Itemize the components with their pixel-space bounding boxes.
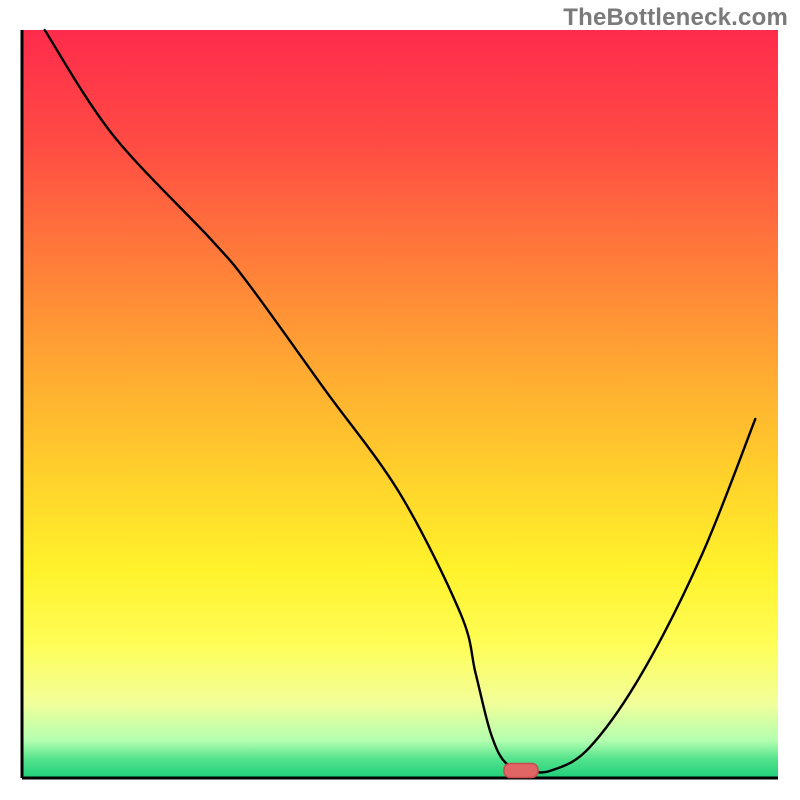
chart-container: TheBottleneck.com	[0, 0, 800, 800]
optimum-marker	[504, 764, 538, 778]
watermark-text: TheBottleneck.com	[563, 4, 788, 32]
plot-background	[22, 30, 778, 778]
bottleneck-chart	[0, 0, 800, 800]
